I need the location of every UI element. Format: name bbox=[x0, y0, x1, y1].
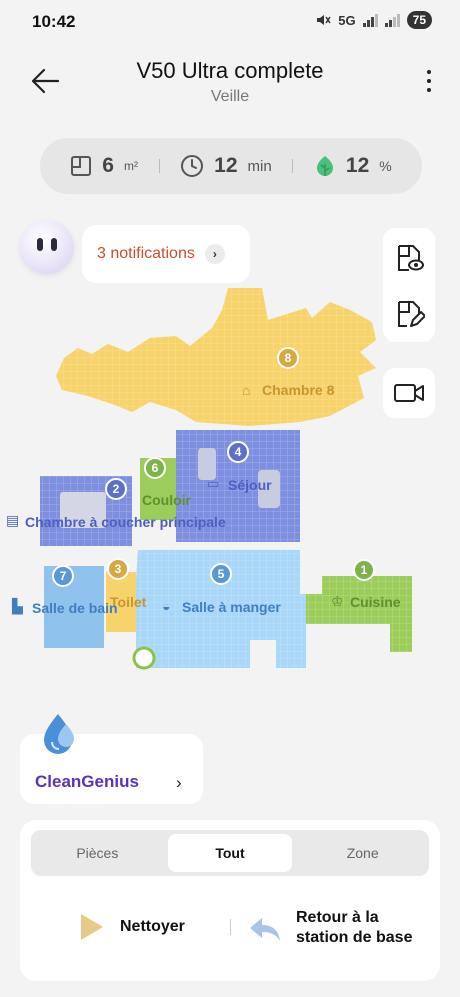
action-divider bbox=[230, 919, 231, 935]
bath-icon: ▙ bbox=[12, 598, 23, 614]
mode-tabs: Pièces Tout Zone bbox=[31, 830, 429, 876]
room-label-5[interactable]: Salle à manger bbox=[182, 599, 281, 615]
battery-leaf-icon bbox=[316, 156, 333, 176]
room-label-4[interactable]: Séjour bbox=[228, 477, 272, 493]
assistant-avatar[interactable] bbox=[20, 220, 74, 274]
tab-tout[interactable]: Tout bbox=[167, 834, 293, 872]
network-label: 5G bbox=[338, 12, 356, 28]
play-icon bbox=[81, 914, 103, 940]
room-badge-2[interactable]: 2 bbox=[105, 478, 127, 500]
clean-label: Nettoyer bbox=[120, 918, 185, 935]
cleangenius-label: CleanGenius bbox=[35, 772, 139, 791]
status-icons: 5G 75 bbox=[315, 11, 432, 29]
signal-icon-2 bbox=[384, 13, 400, 27]
room-label-8[interactable]: Chambre 8 bbox=[262, 382, 334, 398]
page-title: V50 Ultra complete bbox=[136, 58, 324, 83]
map-view-icon bbox=[398, 245, 424, 271]
battery-badge: 75 bbox=[406, 11, 432, 29]
more-menu-button[interactable] bbox=[424, 70, 434, 92]
cleaning-stats: 6 m² 12 min 12 % bbox=[40, 138, 422, 194]
room-badge-8[interactable]: 8 bbox=[277, 347, 299, 369]
clock-icon bbox=[181, 155, 204, 177]
stat-divider bbox=[158, 159, 160, 173]
tab-zone[interactable]: Zone bbox=[300, 834, 425, 872]
time-value: 12 bbox=[214, 154, 238, 177]
notifications-label: 3 notifications bbox=[97, 245, 195, 262]
return-to-base-button[interactable]: Retour à la station de base bbox=[248, 908, 412, 950]
chevron-right-icon: › bbox=[204, 244, 225, 264]
time-stat: 12 min bbox=[180, 154, 272, 178]
video-camera-icon bbox=[394, 384, 424, 402]
return-label-line2: station de base bbox=[296, 929, 413, 946]
house-icon: ⌂ bbox=[242, 382, 251, 398]
battery-unit: % bbox=[379, 158, 392, 174]
signal-icon bbox=[362, 13, 378, 27]
room-badge-7[interactable]: 7 bbox=[52, 565, 74, 587]
camera-button[interactable] bbox=[383, 368, 435, 418]
room-badge-5[interactable]: 5 bbox=[210, 563, 232, 585]
battery-stat: 12 % bbox=[314, 154, 392, 178]
chef-hat-icon: ♔ bbox=[331, 593, 344, 609]
room-label-6[interactable]: Couloir bbox=[142, 492, 191, 508]
area-unit: m² bbox=[123, 159, 138, 173]
room-badge-3[interactable]: 3 bbox=[107, 558, 129, 580]
map-tools bbox=[383, 228, 435, 342]
room-label-2[interactable]: Chambre à coucher principale bbox=[25, 514, 226, 530]
robot-position bbox=[132, 646, 156, 670]
room-badge-4[interactable]: 4 bbox=[227, 441, 249, 463]
map-edit-icon bbox=[398, 301, 425, 327]
return-label-line1: Retour à la bbox=[296, 909, 379, 926]
sofa-icon: ▭ bbox=[207, 476, 220, 491]
area-stat: 6 m² bbox=[70, 154, 138, 178]
room-label-7[interactable]: Salle de bain bbox=[32, 600, 118, 616]
map-edit-button[interactable] bbox=[383, 288, 435, 340]
area-value: 6 bbox=[102, 154, 114, 177]
room-badge-1[interactable]: 1 bbox=[353, 559, 375, 581]
bed-icon: ▤ bbox=[6, 512, 20, 528]
cleaning-map[interactable]: 8 4 6 2 3 7 5 1 Chambre 8 Séjour Couloir… bbox=[0, 280, 460, 700]
stat-divider bbox=[292, 159, 294, 173]
mute-icon bbox=[317, 15, 331, 25]
status-bar: 10:42 5G 75 bbox=[0, 0, 460, 44]
battery-value: 12 bbox=[345, 154, 370, 177]
tab-pieces[interactable]: Pièces bbox=[35, 834, 160, 872]
water-drop-icon bbox=[38, 712, 82, 756]
area-icon bbox=[71, 156, 92, 176]
time-unit: min bbox=[247, 157, 272, 175]
clean-button[interactable]: Nettoyer bbox=[78, 911, 185, 943]
notifications-button[interactable]: 3 notifications › bbox=[82, 225, 250, 283]
chevron-right-icon: › bbox=[176, 773, 182, 792]
return-arrow-icon bbox=[250, 918, 280, 941]
device-status: Veille bbox=[210, 88, 250, 105]
room-label-1[interactable]: Cuisine bbox=[350, 594, 401, 610]
status-time: 10:42 bbox=[32, 12, 76, 31]
map-view-button[interactable] bbox=[383, 232, 435, 284]
dish-icon: ◒ bbox=[162, 598, 171, 614]
return-label: Retour à la station de base bbox=[296, 908, 412, 948]
room-badge-6[interactable]: 6 bbox=[144, 457, 166, 479]
